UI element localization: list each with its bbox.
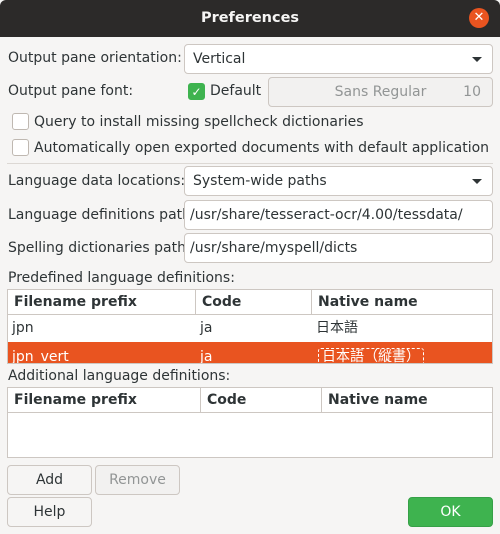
chevron-down-icon — [472, 179, 482, 184]
language-data-label: Language data locations: — [8, 173, 186, 189]
window-title: Preferences — [200, 10, 300, 26]
predefined-label: Predefined language definitions: — [8, 270, 235, 286]
query-spellcheck-checkbox[interactable] — [12, 113, 29, 130]
default-font-checkbox[interactable]: ✓ — [188, 83, 205, 100]
font-name: Sans Regular — [334, 84, 427, 100]
help-button[interactable]: Help — [7, 497, 92, 527]
additional-label: Additional language definitions: — [8, 368, 231, 384]
cell-code: ja — [200, 349, 213, 364]
default-font-label: Default — [210, 83, 262, 99]
column-header[interactable]: Native name — [312, 290, 492, 315]
chevron-down-icon — [472, 57, 482, 62]
font-label: Output pane font: — [8, 83, 134, 99]
additional-table[interactable]: Filename prefix Code Native name — [7, 387, 493, 458]
cell-native-name: 日本語 — [316, 320, 358, 336]
column-header[interactable]: Filename prefix — [8, 290, 196, 315]
column-header[interactable]: Code — [201, 388, 322, 413]
spelling-path-label: Spelling dictionaries path: — [8, 240, 191, 256]
add-button[interactable]: Add — [7, 465, 92, 495]
auto-open-checkbox[interactable] — [12, 139, 29, 156]
close-icon[interactable]: ✕ — [469, 8, 489, 28]
auto-open-label: Automatically open exported documents wi… — [34, 140, 490, 156]
table-row[interactable]: jpn ja 日本語 — [8, 316, 492, 342]
column-header[interactable]: Native name — [322, 388, 492, 413]
language-data-value: System-wide paths — [193, 173, 327, 189]
lang-defs-path-input[interactable]: /usr/share/tesseract-ocr/4.00/tessdata/ — [184, 200, 493, 230]
font-chooser-button[interactable]: Sans Regular 10 — [268, 77, 493, 107]
language-data-combo[interactable]: System-wide paths — [184, 166, 493, 196]
query-spellcheck-label: Query to install missing spellcheck dict… — [34, 114, 364, 130]
spelling-path-input[interactable]: /usr/share/myspell/dicts — [184, 233, 493, 263]
title-bar: Preferences — [0, 0, 500, 37]
column-header[interactable]: Code — [196, 290, 312, 315]
remove-button[interactable]: Remove — [95, 465, 180, 495]
cell-code: ja — [200, 320, 213, 336]
predefined-table[interactable]: Filename prefix Code Native name jpn ja … — [7, 289, 493, 364]
ok-button[interactable]: OK — [408, 497, 493, 527]
orientation-value: Vertical — [193, 51, 246, 67]
cell-native-name: 日本語（縦書） — [318, 348, 424, 363]
cell-prefix: jpn — [12, 320, 34, 336]
orientation-label: Output pane orientation: — [8, 50, 182, 66]
separator — [7, 163, 493, 164]
lang-defs-path-label: Language definitions path: — [8, 207, 196, 223]
font-size: 10 — [463, 84, 481, 100]
cell-prefix: jpn_vert — [12, 349, 69, 364]
table-row-selected[interactable]: jpn_vert ja 日本語（縦書） — [8, 342, 492, 364]
orientation-combo[interactable]: Vertical — [184, 44, 493, 74]
column-header[interactable]: Filename prefix — [8, 388, 201, 413]
